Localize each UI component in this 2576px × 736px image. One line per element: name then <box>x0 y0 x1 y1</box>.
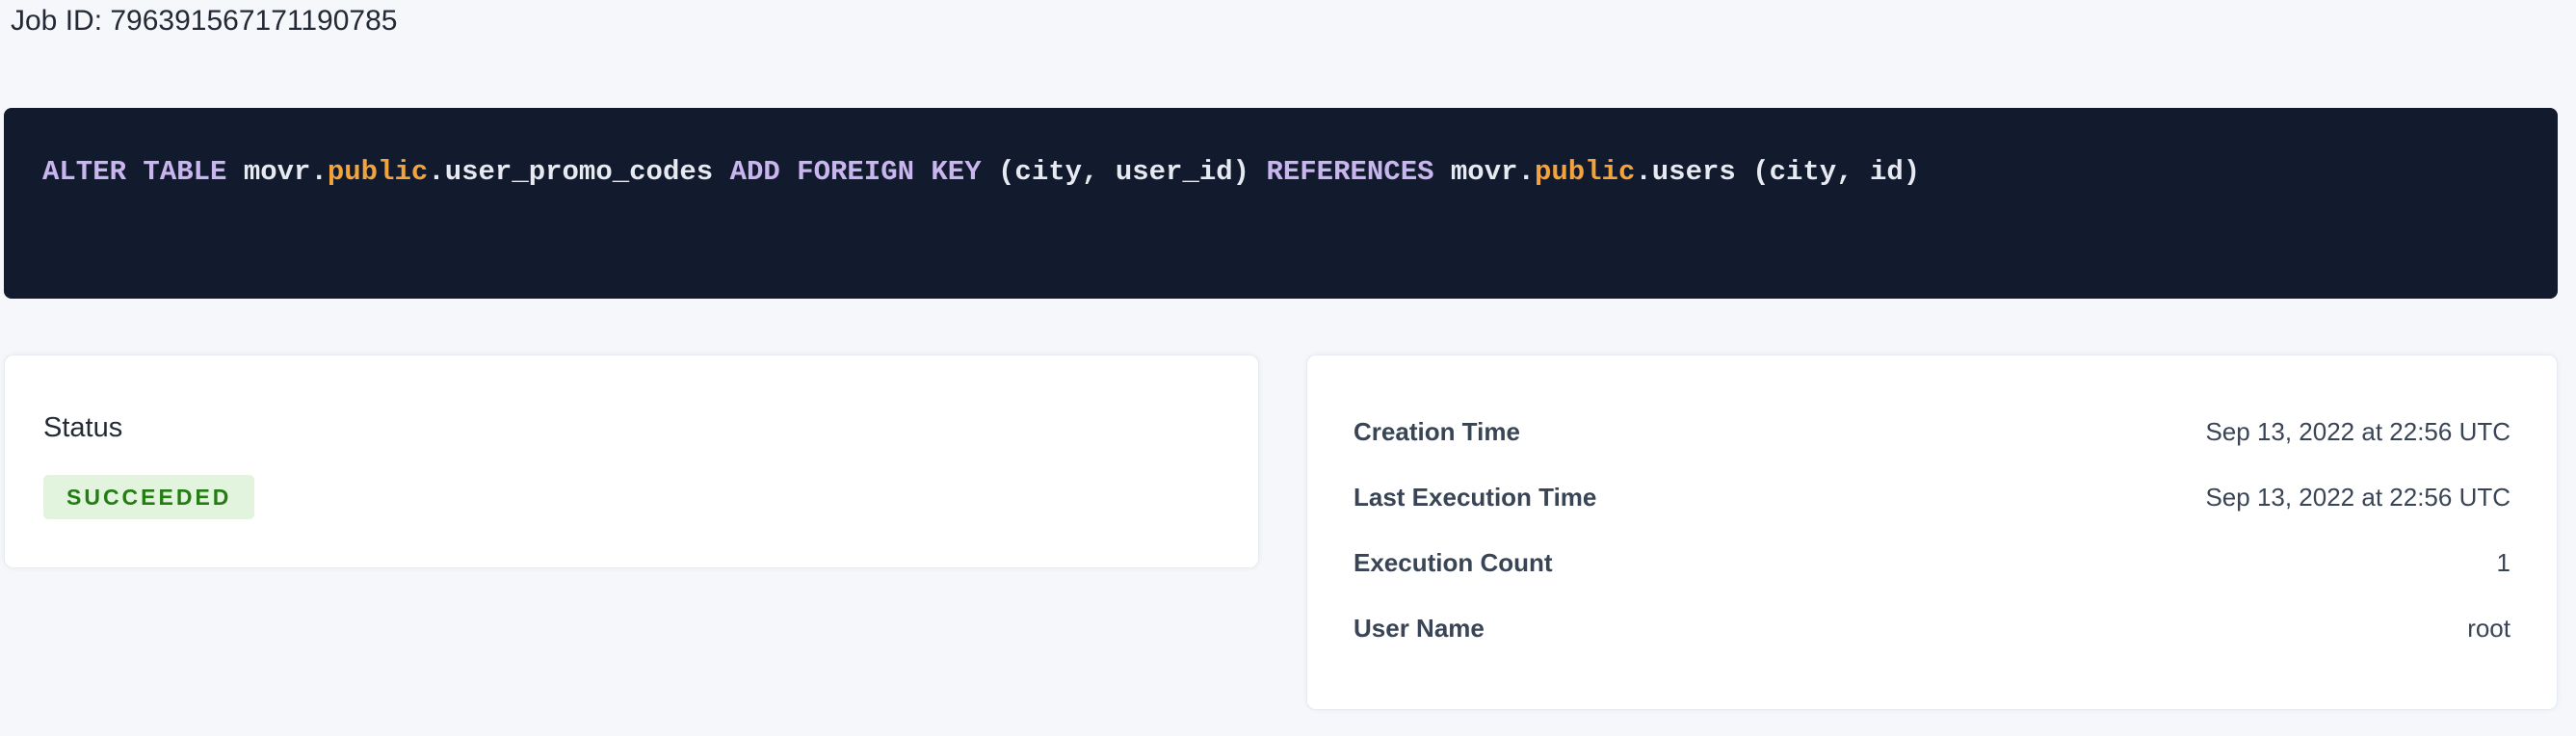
job-details-card: Creation Time Sep 13, 2022 at 22:56 UTC … <box>1306 355 2558 710</box>
detail-label: Last Execution Time <box>1354 483 1596 513</box>
detail-label: User Name <box>1354 614 1485 644</box>
status-card: Status SUCCEEDED <box>4 355 1259 568</box>
status-badge: SUCCEEDED <box>43 475 254 519</box>
detail-row-execution-count: Execution Count 1 <box>1354 530 2510 595</box>
status-card-title: Status <box>43 411 1220 444</box>
detail-row-user-name: User Name root <box>1354 595 2510 661</box>
detail-label: Creation Time <box>1354 417 1520 447</box>
detail-value: Sep 13, 2022 at 22:56 UTC <box>2205 483 2510 513</box>
sql-statement: ALTER TABLE movr.public.user_promo_codes… <box>42 156 1920 188</box>
detail-label: Execution Count <box>1354 548 1553 578</box>
job-id-heading: Job ID: 796391567171190785 <box>11 2 397 40</box>
detail-value: Sep 13, 2022 at 22:56 UTC <box>2205 417 2510 447</box>
detail-value: 1 <box>2497 548 2510 578</box>
sql-statement-box: ALTER TABLE movr.public.user_promo_codes… <box>4 108 2558 299</box>
detail-row-last-execution-time: Last Execution Time Sep 13, 2022 at 22:5… <box>1354 464 2510 530</box>
detail-row-creation-time: Creation Time Sep 13, 2022 at 22:56 UTC <box>1354 399 2510 464</box>
detail-value: root <box>2467 614 2510 644</box>
